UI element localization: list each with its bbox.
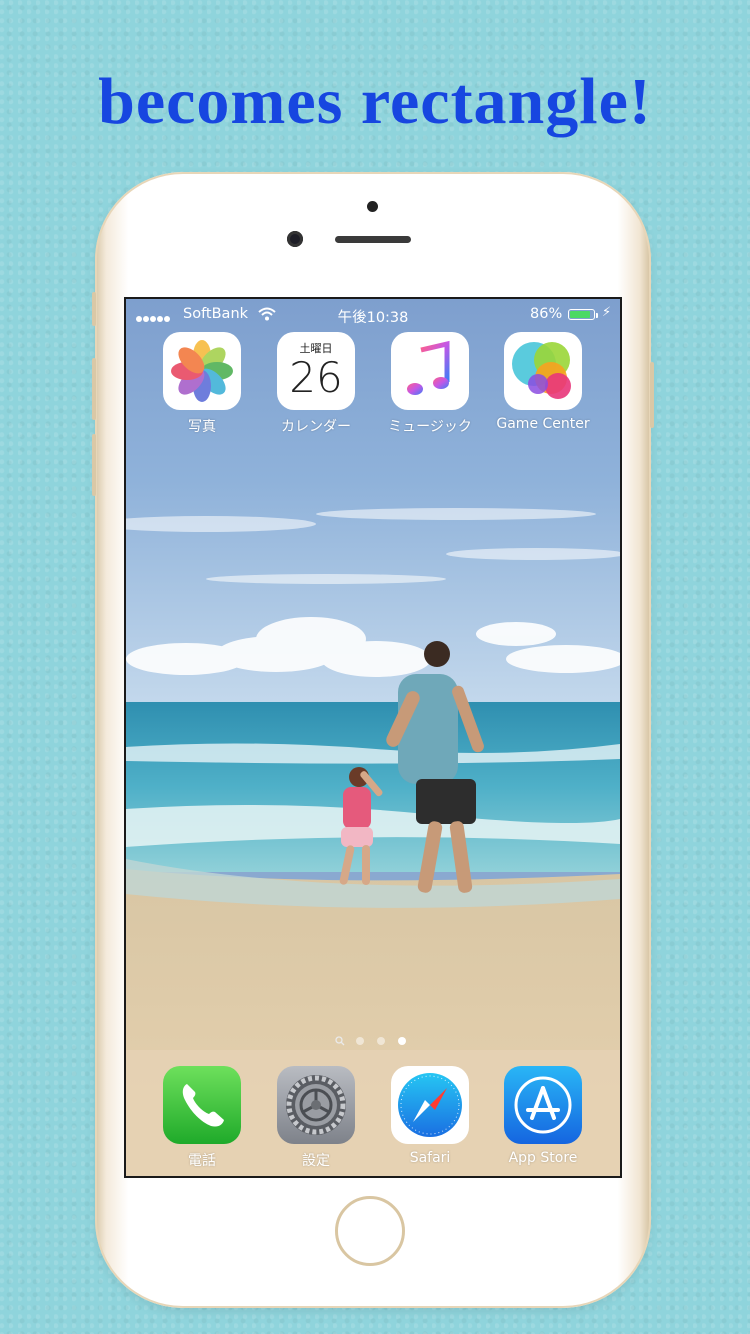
page-indicator[interactable] (126, 1034, 620, 1046)
app-safari[interactable]: Safari (375, 1066, 485, 1166)
app-label: 電話 (188, 1153, 216, 1169)
app-label: ミュージック (388, 419, 472, 435)
app-photos[interactable]: 写真 (147, 332, 257, 436)
battery-percent: 86% (530, 306, 563, 322)
volume-down-button (92, 434, 96, 496)
app-calendar[interactable]: 土曜日 26 カレンダー (261, 332, 371, 436)
phone-screen: SoftBank 午後10:38 86% ⚡︎ 写真 土曜日 26 カレンダー … (124, 297, 622, 1178)
battery-tip (596, 313, 598, 318)
safari-icon (391, 1066, 469, 1144)
calendar-icon: 土曜日 26 (277, 332, 355, 410)
app-store-icon (504, 1066, 582, 1144)
mute-switch (92, 292, 96, 326)
dock: 電話 設定 Safari App Store (126, 1050, 620, 1176)
charging-icon: ⚡︎ (602, 305, 612, 320)
calendar-day: 26 (289, 353, 343, 402)
app-label: Safari (409, 1150, 451, 1166)
power-button (650, 362, 654, 428)
app-label: 写真 (188, 419, 216, 435)
proximity-sensor (367, 201, 378, 212)
app-settings[interactable]: 設定 (261, 1066, 371, 1170)
front-camera (287, 231, 303, 247)
home-button[interactable] (335, 1196, 405, 1266)
app-label: カレンダー (281, 419, 351, 435)
earpiece-speaker (335, 236, 411, 243)
app-app-store[interactable]: App Store (488, 1066, 598, 1166)
page-dot (377, 1037, 385, 1045)
app-label: 設定 (302, 1153, 330, 1169)
status-bar: SoftBank 午後10:38 86% ⚡︎ (126, 299, 620, 331)
headline: becomes rectangle! (98, 65, 652, 138)
game-center-icon (504, 332, 582, 410)
search-page-icon (335, 1036, 345, 1046)
music-icon (391, 332, 469, 410)
battery-icon (568, 309, 595, 320)
app-game-center[interactable]: Game Center (488, 332, 598, 432)
settings-icon (277, 1066, 355, 1144)
app-phone[interactable]: 電話 (147, 1066, 257, 1170)
phone-icon (163, 1066, 241, 1144)
volume-up-button (92, 358, 96, 420)
app-label: Game Center (496, 416, 590, 432)
app-music[interactable]: ミュージック (375, 332, 485, 436)
photos-icon (163, 332, 241, 410)
app-label: App Store (508, 1150, 578, 1166)
page-dot-current (398, 1037, 406, 1045)
page-dot (356, 1037, 364, 1045)
